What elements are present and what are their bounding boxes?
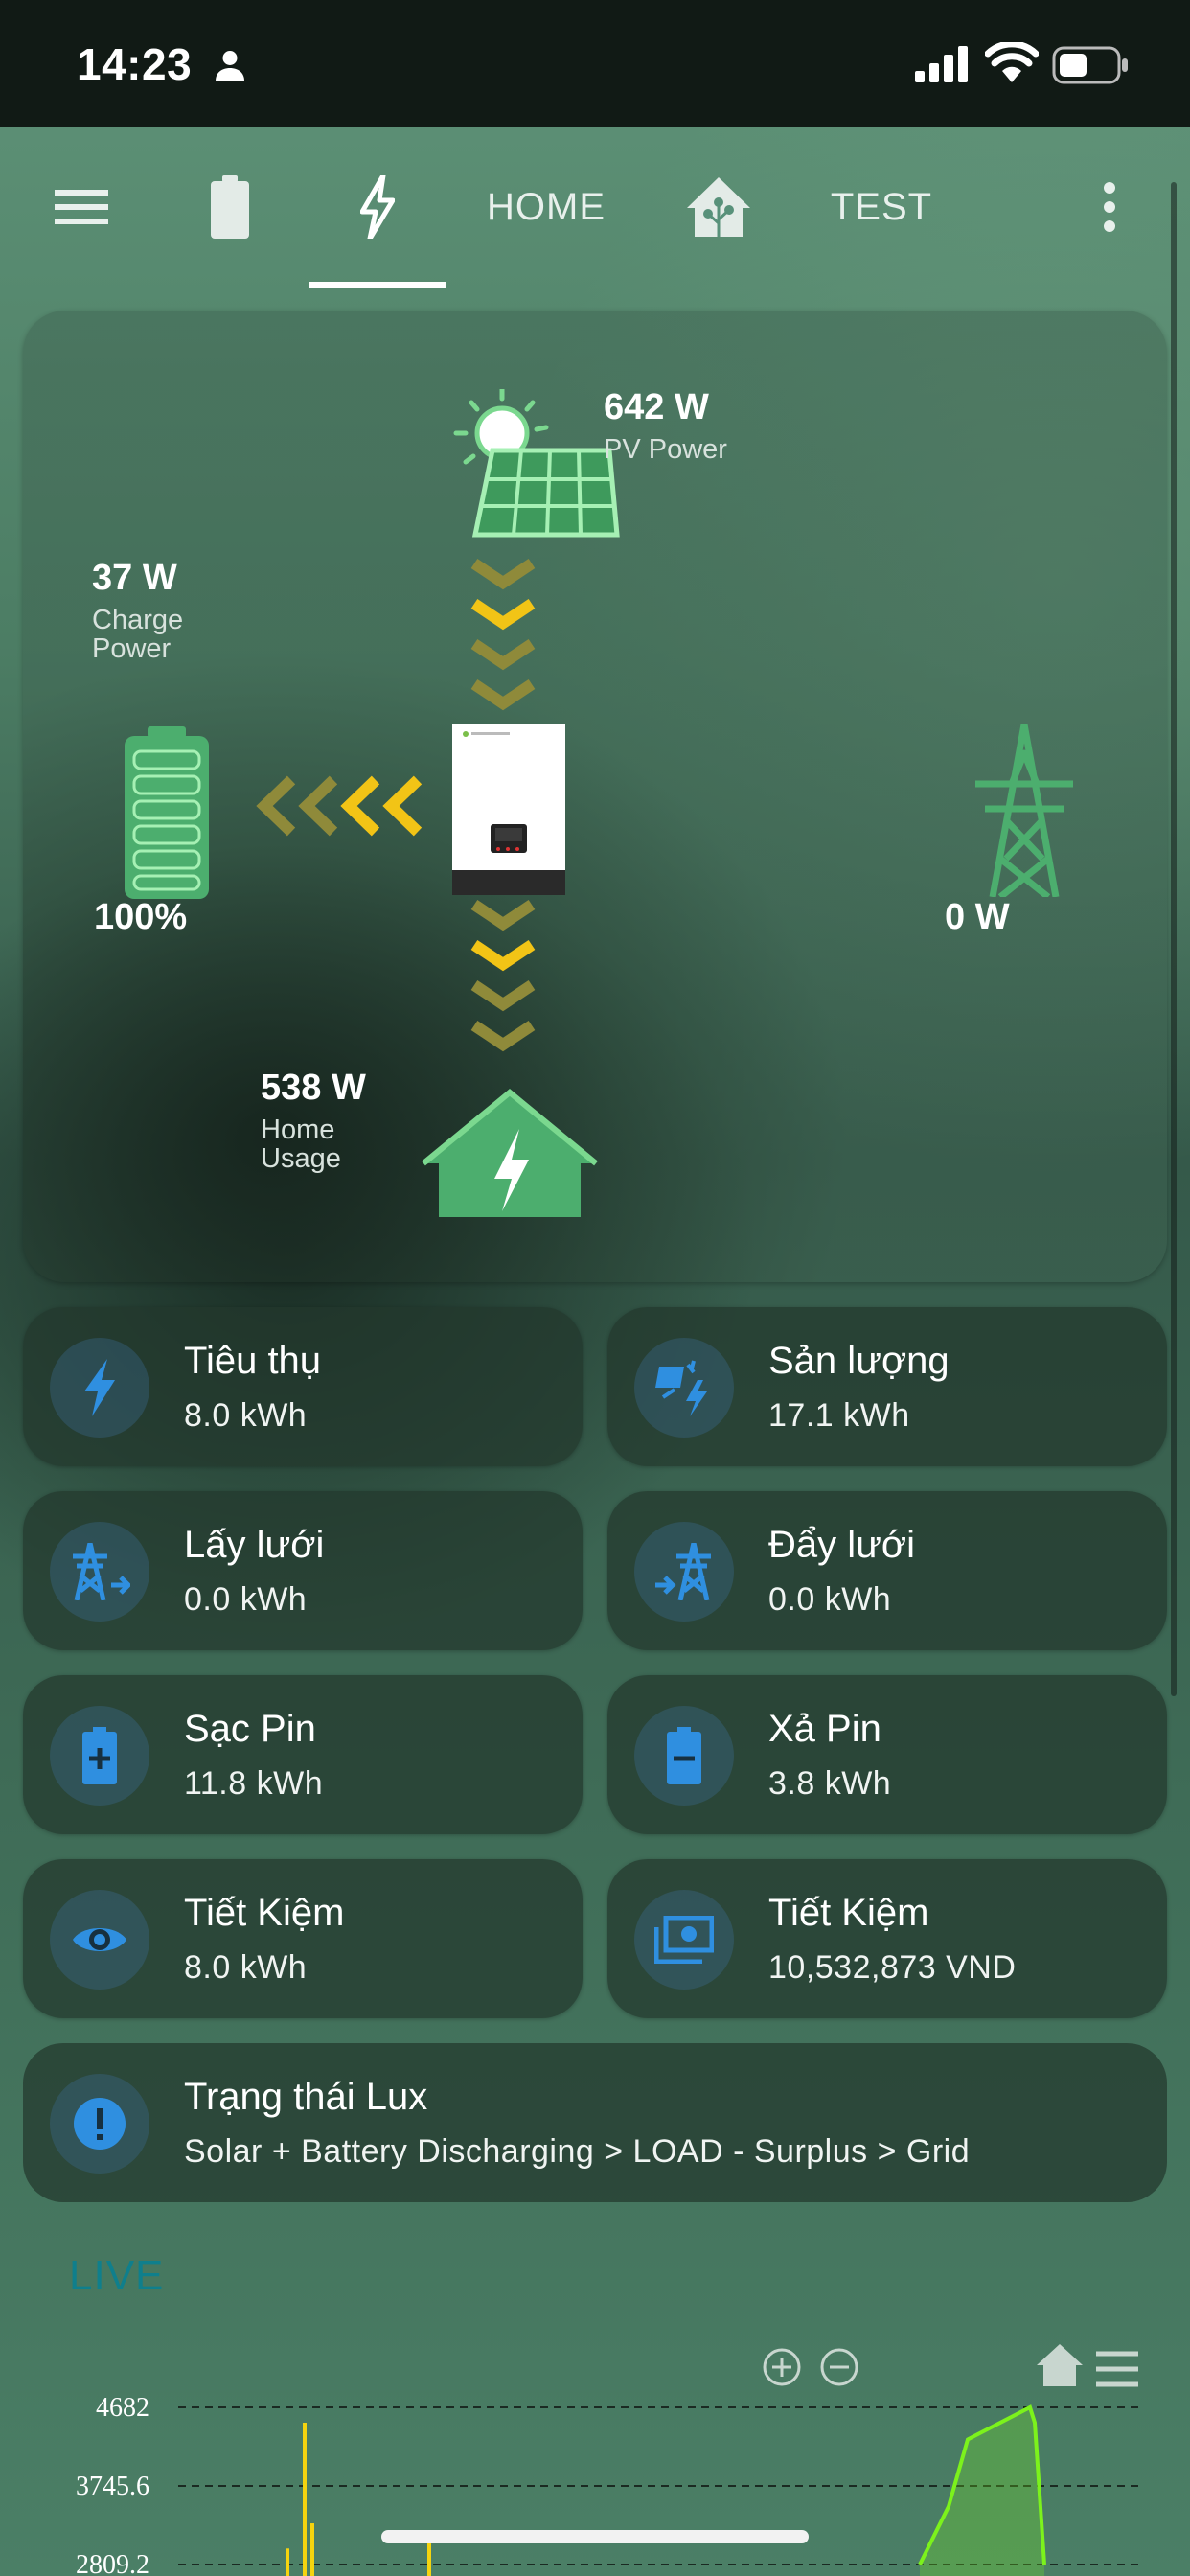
home-usage-label-line2: Usage bbox=[261, 1143, 341, 1174]
stat-icon-bg bbox=[634, 1522, 734, 1622]
home-usage-label-line1: Home bbox=[261, 1115, 335, 1145]
battery-icon bbox=[211, 175, 249, 239]
battery-icon bbox=[125, 726, 209, 899]
stat-icon-bg bbox=[634, 1706, 734, 1806]
stat-card-savings-money[interactable]: Tiết Kiệm 10,532,873 VND bbox=[607, 1859, 1167, 2018]
tab-indicator bbox=[309, 282, 446, 288]
battery-flow-arrows bbox=[256, 775, 423, 837]
stat-icon-bg bbox=[50, 1706, 149, 1806]
lightning-icon bbox=[84, 1359, 115, 1416]
menu-icon[interactable] bbox=[1096, 2351, 1138, 2387]
more-options-button[interactable] bbox=[1083, 126, 1136, 288]
stat-icon-bg bbox=[50, 1890, 149, 1990]
scrollbar[interactable] bbox=[1171, 182, 1177, 1696]
tab-home-assistant[interactable] bbox=[671, 126, 767, 288]
chart-y-tick-label: 4682 bbox=[96, 2393, 149, 2423]
zoom-out-icon[interactable] bbox=[820, 2348, 858, 2386]
stat-icon-bg bbox=[634, 1890, 734, 1990]
stat-value: 3.8 kWh bbox=[768, 1765, 892, 1802]
eye-icon bbox=[73, 1928, 126, 1951]
home-icon bbox=[422, 1089, 598, 1217]
home-usage-value: 538 W bbox=[261, 1068, 366, 1108]
stat-icon-bg bbox=[50, 2074, 149, 2174]
chart-y-tick-label: 3745.6 bbox=[76, 2472, 149, 2501]
stat-card-consumption[interactable]: Tiêu thụ 8.0 kWh bbox=[23, 1307, 583, 1466]
stat-card-battery-discharge[interactable]: Xả Pin 3.8 kWh bbox=[607, 1675, 1167, 1834]
grid-power-value: 0 W bbox=[945, 897, 1010, 937]
tab-energy[interactable] bbox=[309, 126, 446, 288]
zoom-in-icon[interactable] bbox=[763, 2348, 801, 2386]
charge-power-label-line2: Power bbox=[92, 633, 172, 664]
battery-minus-icon bbox=[667, 1727, 701, 1784]
stat-title: Tiết Kiệm bbox=[184, 1892, 345, 1934]
stat-card-grid-export[interactable]: Đẩy lưới 0.0 kWh bbox=[607, 1491, 1167, 1650]
pv-flow-arrows bbox=[470, 559, 536, 711]
alert-circle-icon bbox=[74, 2098, 126, 2150]
stat-title: Đẩy lưới bbox=[768, 1524, 916, 1566]
home-assistant-icon bbox=[687, 177, 750, 237]
lux-status-card[interactable]: Trạng thái Lux Solar + Battery Dischargi… bbox=[23, 2043, 1167, 2202]
stat-title: Lấy lưới bbox=[184, 1524, 325, 1566]
stat-value: 11.8 kWh bbox=[184, 1765, 324, 1802]
stat-card-grid-import[interactable]: Lấy lưới 0.0 kWh bbox=[23, 1491, 583, 1650]
transmission-tower-export-icon bbox=[655, 1543, 711, 1600]
chart-y-tick-label: 2809.2 bbox=[76, 2550, 149, 2576]
tab-battery[interactable] bbox=[182, 126, 278, 288]
pv-power-label: PV Power bbox=[604, 434, 727, 465]
battery-soc: 100% bbox=[94, 897, 188, 937]
stat-icon-bg bbox=[634, 1338, 734, 1438]
stat-value: 0.0 kWh bbox=[184, 1581, 308, 1618]
battery-icon bbox=[1052, 46, 1128, 84]
stat-value: 8.0 kWh bbox=[184, 1949, 308, 1986]
menu-button[interactable] bbox=[38, 126, 125, 288]
stat-icon-bg bbox=[50, 1522, 149, 1622]
solar-panel-icon bbox=[453, 389, 620, 538]
transmission-tower-import-icon bbox=[73, 1543, 130, 1600]
live-chart-title: LIVE bbox=[69, 2252, 165, 2299]
charge-power-label-line1: Charge bbox=[92, 605, 184, 635]
stat-value: 10,532,873 VND bbox=[768, 1949, 1017, 1986]
top-toolbar: HOME TEST bbox=[0, 126, 1190, 288]
stat-value: 8.0 kWh bbox=[184, 1397, 308, 1434]
solar-power-icon bbox=[655, 1360, 707, 1416]
charge-power-value: 37 W bbox=[92, 558, 177, 598]
stat-card-savings-energy[interactable]: Tiết Kiệm 8.0 kWh bbox=[23, 1859, 583, 2018]
person-icon bbox=[216, 51, 244, 81]
cash-multiple-icon bbox=[654, 1916, 714, 1964]
inverter-icon bbox=[452, 724, 565, 895]
transmission-tower-icon bbox=[975, 724, 1073, 897]
reset-zoom-home-icon[interactable] bbox=[1037, 2344, 1083, 2386]
pv-power-value: 642 W bbox=[604, 387, 709, 427]
battery-plus-icon bbox=[82, 1727, 117, 1784]
app-root: 14:23 HOME TEST 642 W PV Power 37 W Char… bbox=[0, 0, 1190, 2576]
stat-title: Tiêu thụ bbox=[184, 1340, 322, 1382]
signal-icon bbox=[915, 46, 968, 82]
stat-title: Tiết Kiệm bbox=[768, 1892, 929, 1934]
home-indicator[interactable] bbox=[381, 2530, 809, 2543]
dots-vertical-icon bbox=[1104, 182, 1115, 232]
status-time: 14:23 bbox=[77, 39, 193, 89]
stat-card-production[interactable]: Sản lượng 17.1 kWh bbox=[607, 1307, 1167, 1466]
wifi-icon bbox=[985, 42, 1039, 82]
tab-home[interactable]: HOME bbox=[469, 126, 623, 288]
home-flow-arrows bbox=[470, 900, 536, 1052]
power-flow-card: 642 W PV Power 37 W Charge Power 100% 0 … bbox=[23, 310, 1167, 1282]
stat-icon-bg bbox=[50, 1338, 149, 1438]
stat-title: Sản lượng bbox=[768, 1340, 950, 1382]
lightning-icon bbox=[360, 175, 395, 239]
tab-test[interactable]: TEST bbox=[814, 126, 949, 288]
stat-value: 0.0 kWh bbox=[768, 1581, 892, 1618]
stat-value: 17.1 kWh bbox=[768, 1397, 910, 1434]
stat-title: Xả Pin bbox=[768, 1708, 881, 1750]
stat-card-battery-charge[interactable]: Sạc Pin 11.8 kWh bbox=[23, 1675, 583, 1834]
status-title: Trạng thái Lux bbox=[184, 2076, 428, 2118]
hamburger-icon bbox=[55, 190, 108, 224]
status-bar: 14:23 bbox=[0, 0, 1190, 126]
status-value: Solar + Battery Discharging > LOAD - Sur… bbox=[184, 2133, 971, 2170]
stat-title: Sạc Pin bbox=[184, 1708, 316, 1750]
